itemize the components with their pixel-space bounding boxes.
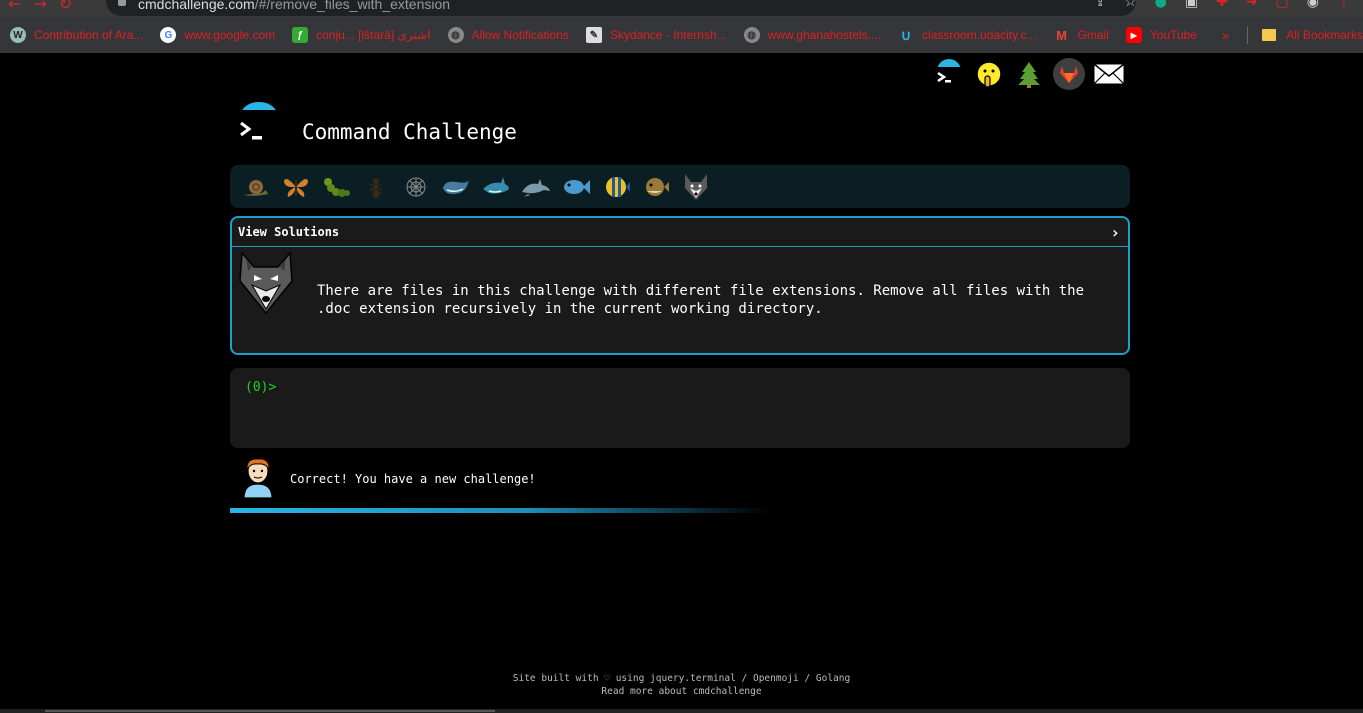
- ant-icon[interactable]: [356, 169, 396, 205]
- read-more-link[interactable]: Read more about cmdchallenge: [601, 686, 761, 697]
- reload-icon[interactable]: ↻: [59, 0, 72, 13]
- fish-icon[interactable]: [556, 169, 596, 205]
- caterpillar-icon[interactable]: [316, 169, 356, 205]
- forward-icon[interactable]: →: [33, 0, 46, 13]
- globe-icon: ◍: [447, 27, 464, 43]
- pen-icon: ✎: [585, 27, 602, 43]
- lock-icon: [118, 0, 126, 6]
- browser-toolbar: ← → ↻ cmdchallenge.com/#/remove_files_with…: [0, 0, 1363, 17]
- share-icon[interactable]: ⇪: [1094, 0, 1106, 10]
- bookmark-skydance[interactable]: ✎ Skydance - Internsh...: [585, 27, 727, 43]
- bookmarks-bar: W Contribution of Ara... G www.google.co…: [0, 17, 1363, 53]
- status-message-text: Correct! You have a new challenge!: [290, 472, 536, 486]
- puzzle-icon[interactable]: ✚: [1216, 0, 1228, 10]
- bookmark-google[interactable]: G www.google.com: [160, 27, 275, 43]
- more-bookmarks-button[interactable]: »: [1222, 28, 1229, 43]
- url-text: cmdchallenge.com/#/remove_files_with_ext…: [138, 0, 451, 12]
- tree-icon[interactable]: [1012, 57, 1046, 91]
- site-links: [932, 57, 1126, 91]
- bookmark-udacity[interactable]: ∪ classroom.udacity.c...: [898, 26, 1037, 43]
- grammarly-icon[interactable]: ●: [1155, 0, 1167, 10]
- cmdchallenge-link-icon[interactable]: [932, 57, 966, 91]
- terminal[interactable]: (0)>: [230, 368, 1130, 448]
- chevron-right-icon: ›: [1110, 222, 1120, 242]
- page-title: Command Challenge: [302, 120, 517, 144]
- terminal-prompt: (0)>: [245, 380, 277, 395]
- star-icon[interactable]: ☆: [1124, 0, 1137, 10]
- profile-icon[interactable]: ◉: [1307, 0, 1319, 10]
- folder-icon: [1262, 29, 1277, 41]
- udacity-icon: ∪: [900, 26, 912, 43]
- menu-icon[interactable]: ⋮: [1337, 0, 1351, 10]
- footer: Site built with ♡ using jquery.terminal …: [0, 672, 1363, 698]
- site-header: Command Challenge: [236, 102, 517, 150]
- address-bar[interactable]: cmdchallenge.com/#/remove_files_with_ext…: [106, 0, 1136, 16]
- scrollbar-thumb[interactable]: [45, 710, 495, 712]
- wordpress-icon: W: [10, 27, 26, 43]
- back-icon[interactable]: ←: [8, 0, 21, 13]
- view-solutions-label: View Solutions: [238, 225, 340, 239]
- mail-icon[interactable]: [1092, 57, 1126, 91]
- cmdchallenge-logo-icon: [236, 102, 280, 150]
- horizontal-scrollbar[interactable]: [0, 709, 1363, 713]
- bookmark-conjugation[interactable]: ƒ conju... [ištarā] اشترى: [292, 27, 431, 43]
- view-solutions-toggle[interactable]: View Solutions ›: [232, 218, 1128, 247]
- shushing-face-icon[interactable]: [972, 57, 1006, 91]
- bookmark-ghanahostels[interactable]: ◍ www.ghanahostels....: [743, 27, 881, 43]
- bookmark-gmail[interactable]: M Gmail: [1054, 27, 1109, 43]
- all-bookmarks-button[interactable]: All Bookmarks: [1262, 28, 1363, 42]
- snail-icon[interactable]: [236, 169, 276, 205]
- bookmark-wordpress[interactable]: W Contribution of Ara...: [10, 27, 143, 43]
- web-icon[interactable]: [396, 169, 436, 205]
- browser-actions: ⇪ ☆ ● ▣ ✚ ➜ ▢ ◉ ⋮: [1094, 0, 1351, 10]
- bookmark-notifications[interactable]: ◍ Allow Notifications: [447, 27, 569, 43]
- challenge-body: There are files in this challenge with d…: [232, 247, 1128, 353]
- status-message: Correct! You have a new challenge!: [240, 456, 536, 502]
- challenge-description: There are files in this challenge with d…: [317, 283, 1085, 317]
- wolf-avatar-icon: [238, 251, 294, 321]
- tropical-fish-icon[interactable]: [596, 169, 636, 205]
- footer-credits: Site built with ♡ using jquery.terminal …: [512, 673, 851, 684]
- progress-bar: [230, 508, 770, 513]
- person-avatar-icon: [240, 456, 276, 502]
- google-icon: G: [160, 27, 177, 43]
- butterfly-icon[interactable]: [276, 169, 316, 205]
- globe-icon: ◍: [743, 27, 760, 43]
- window-icon[interactable]: ▢: [1276, 0, 1289, 10]
- whale-icon[interactable]: [436, 169, 476, 205]
- dolphin-icon[interactable]: [516, 169, 556, 205]
- gitlab-icon[interactable]: [1052, 57, 1086, 91]
- arrow-icon[interactable]: ➜: [1246, 0, 1258, 10]
- blowfish-icon[interactable]: [636, 169, 676, 205]
- browser-nav: ← → ↻: [8, 0, 84, 13]
- leaf-icon: ƒ: [292, 27, 309, 43]
- level-bar: [230, 165, 1130, 208]
- bookmark-separator: [1247, 26, 1249, 44]
- gmail-icon: M: [1056, 27, 1067, 43]
- youtube-icon: ▶: [1125, 27, 1142, 43]
- shark-icon[interactable]: [476, 169, 516, 205]
- wolf-icon[interactable]: [676, 169, 716, 205]
- bookmark-youtube[interactable]: ▶ YouTube: [1125, 27, 1197, 43]
- challenge-panel: View Solutions › There are files in this…: [230, 216, 1130, 355]
- extension-icon[interactable]: ▣: [1185, 0, 1198, 10]
